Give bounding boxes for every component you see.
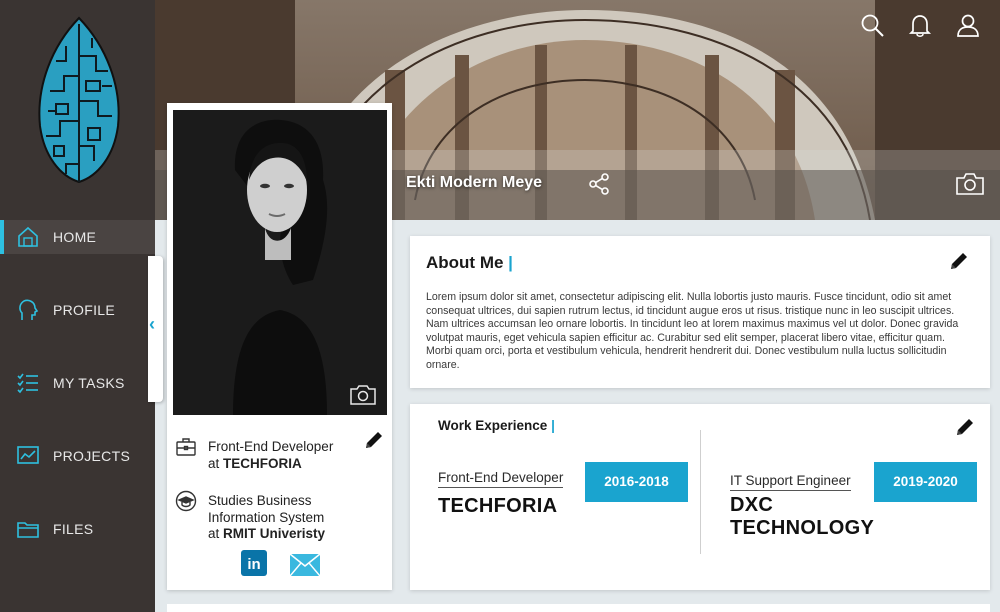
sidebar-item-my-tasks[interactable]: MY TASKS <box>0 366 155 400</box>
sidebar-item-label: PROJECTS <box>53 448 131 464</box>
head-profile-icon <box>19 299 39 320</box>
svg-text:in: in <box>247 556 260 573</box>
job-company: TECHNOLOGY <box>730 517 875 539</box>
work-experience-title: Work Experience | <box>438 418 555 433</box>
profile-photo <box>173 110 387 415</box>
sidebar-item-files[interactable]: FILES <box>0 512 155 546</box>
leaf-circuit-logo <box>38 16 120 184</box>
sidebar: HOME PROFILE MY TASKS PROJECTS FILES <box>0 0 155 612</box>
mail-icon[interactable] <box>289 552 321 578</box>
next-card-edge <box>167 604 990 612</box>
sidebar-item-label: FILES <box>53 521 94 537</box>
home-icon <box>18 226 38 247</box>
graduation-cap-icon <box>175 490 197 512</box>
study-line-2: Information System <box>208 510 325 525</box>
job-years-badge: 2019-2020 <box>874 462 977 502</box>
divider <box>700 430 701 554</box>
study-school-line: at RMIT Univeristy <box>208 526 326 541</box>
folder-icon <box>17 522 39 538</box>
share-icon[interactable] <box>587 172 611 196</box>
job-company: TECHFORIA <box>438 495 558 517</box>
job-company-line: at TECHFORIA <box>208 456 302 471</box>
sidebar-item-profile[interactable]: PROFILE <box>0 293 155 327</box>
chart-board-icon <box>17 446 39 464</box>
pencil-edit-icon[interactable] <box>363 429 385 451</box>
work-experience-card: Work Experience | Front-End Developer 20… <box>410 404 990 590</box>
sidebar-item-label: HOME <box>53 229 97 245</box>
sidebar-item-label: PROFILE <box>53 302 116 318</box>
job-years-badge: 2016-2018 <box>585 462 688 502</box>
about-me-text: Lorem ipsum dolor sit amet, consectetur … <box>426 291 959 371</box>
job-title: Front-End Developer <box>208 439 334 454</box>
job-role: Front-End Developer <box>438 470 564 488</box>
search-icon[interactable] <box>859 12 885 38</box>
job-role: IT Support Engineer <box>730 473 851 491</box>
briefcase-icon <box>176 438 196 456</box>
checklist-icon <box>17 373 38 394</box>
pencil-edit-icon[interactable] <box>948 250 970 272</box>
profile-name: Ekti Modern Meye <box>406 174 543 191</box>
user-icon[interactable] <box>955 12 981 38</box>
sidebar-item-home[interactable]: HOME <box>0 220 155 254</box>
profile-card: Front-End Developer at TECHFORIA Studies… <box>167 103 392 590</box>
about-me-title: About Me | <box>426 253 513 272</box>
camera-icon[interactable] <box>955 172 985 196</box>
bell-icon[interactable] <box>907 12 933 38</box>
linkedin-icon[interactable]: in <box>240 550 268 576</box>
camera-icon[interactable] <box>349 384 377 406</box>
study-line-1: Studies Business <box>208 493 312 508</box>
job-company: DXC <box>730 494 774 516</box>
about-me-card: About Me | Lorem ipsum dolor sit amet, c… <box>410 236 990 388</box>
pencil-edit-icon[interactable] <box>954 416 976 438</box>
chevron-left-icon: ‹ <box>149 314 155 334</box>
sidebar-collapse-toggle[interactable]: ‹ <box>148 256 163 402</box>
sidebar-item-label: MY TASKS <box>53 375 125 391</box>
sidebar-item-projects[interactable]: PROJECTS <box>0 439 155 473</box>
